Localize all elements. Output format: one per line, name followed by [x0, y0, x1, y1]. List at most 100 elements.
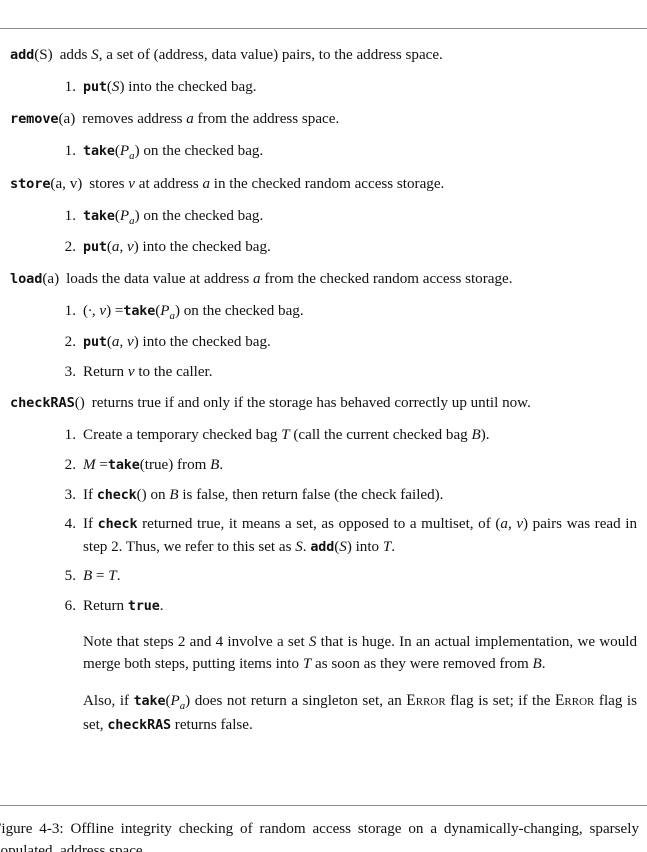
text-run: removes address — [82, 110, 187, 127]
text-run: . — [391, 538, 396, 555]
text-run: ) into the checked bag. — [133, 334, 271, 351]
code-token: take — [107, 457, 140, 473]
step-number: 6. — [64, 598, 76, 615]
code-token: take — [83, 208, 115, 224]
step-number: 1. — [64, 302, 76, 319]
math-variable: B — [210, 456, 220, 473]
operation-name: checkRAS — [10, 395, 75, 412]
operation-name: load — [10, 270, 43, 287]
math-variable: a — [186, 110, 194, 127]
text-run: ) on the checked bag. — [134, 142, 264, 159]
text-run: returns true if and only if the storage … — [91, 395, 531, 412]
code-token: put — [83, 240, 107, 256]
math-variable-subscript: Pa — [119, 142, 135, 162]
text-run: . — [159, 598, 164, 615]
definition-line: store(a, v) stores v at address a in the … — [10, 173, 637, 196]
step-text: put(a, v) into the checked bag. — [83, 239, 271, 255]
math-variable: T — [281, 427, 290, 444]
step-text: Create a temporary checked bag T (call t… — [83, 427, 490, 443]
text-run: , a set of (address, data value) pairs, … — [98, 47, 443, 63]
math-variable: B — [532, 656, 542, 673]
math-variable: v — [127, 334, 134, 351]
text-run: ) does not return a singleton set, an — [185, 693, 407, 709]
step-item: 1. take(Pa) on the checked bag. — [0, 205, 637, 229]
math-variable: B — [83, 568, 93, 585]
step-list: 1. take(Pa) on the checked bag. — [0, 140, 637, 164]
operation-arguments: (a) — [58, 110, 76, 127]
definition-line: load(a) loads the data value at address a… — [10, 268, 637, 291]
code-token: take — [133, 694, 166, 709]
math-variable: v — [128, 175, 135, 192]
step-list: 1. put(S) into the checked bag. — [0, 76, 637, 99]
operation-arguments: () — [74, 395, 85, 412]
step-text: M =take(true) from B. — [83, 457, 223, 473]
text-run: . — [219, 456, 224, 473]
store-entry: store(a, v) stores v at address a in the … — [0, 173, 647, 259]
step-item: 1. (·, v) =take(Pa) on the checked bag. — [0, 300, 637, 324]
text-run: from the checked random access storage. — [260, 270, 513, 287]
operation-description: adds S, a set of (address, data value) p… — [60, 47, 443, 63]
step-number: 3. — [64, 486, 76, 503]
step-text: Return true. — [83, 598, 164, 614]
text-run: () on — [136, 486, 170, 503]
step-list: 1. Create a temporary checked bag T (call… — [0, 424, 637, 617]
step-text: put(S) into the checked bag. — [83, 79, 257, 95]
caption-label: Figure 4-3: — [0, 821, 71, 837]
text-run: (true) from — [139, 456, 211, 473]
operation-description: stores v at address a in the checked ran… — [89, 176, 444, 192]
text-run: flag is set; if the — [445, 693, 556, 709]
text-run: Note that steps 2 and 4 involve a set — [83, 633, 309, 650]
operation-arguments: (a) — [42, 270, 60, 287]
smallcaps-term: Error — [406, 692, 446, 709]
math-variable-subscript: Pa — [160, 302, 175, 322]
step-number: 1. — [64, 427, 76, 444]
step-item: 1. Create a temporary checked bag T (call… — [0, 424, 637, 447]
text-run: Also, if — [83, 693, 134, 709]
math-variable: a — [500, 516, 508, 533]
math-variable: T — [302, 656, 312, 673]
step-list: 1. (·, v) =take(Pa) on the checked bag. 2.… — [0, 300, 637, 384]
text-run: in the checked random access storage. — [210, 175, 445, 192]
load-entry: load(a) loads the data value at address a… — [0, 268, 647, 384]
step-number: 1. — [64, 207, 76, 224]
remove-entry: remove(a) removes address a from the addr… — [0, 108, 647, 164]
code-token: true — [127, 599, 160, 615]
text-run: at address — [134, 175, 203, 192]
definition-list: add(S) adds S, a set of (address, data va… — [0, 44, 647, 618]
figure-caption-container: Figure 4-3: Offline integrity checking o… — [0, 818, 647, 852]
code-token: add — [310, 539, 335, 555]
math-variable: v — [127, 239, 134, 256]
step-text: If check returned true, it means a set, … — [83, 516, 637, 555]
text-run: ) = — [106, 302, 124, 319]
operation-description: loads the data value at address a from t… — [66, 271, 512, 287]
code-token: put — [83, 79, 107, 95]
step-item: 1. take(Pa) on the checked bag. — [0, 140, 637, 164]
step-number: 2. — [64, 334, 76, 351]
operation-arguments: (a, v) — [50, 175, 83, 192]
text-run: If — [83, 516, 98, 533]
step-text: take(Pa) on the checked bag. — [83, 142, 264, 162]
text-run: , — [119, 239, 128, 256]
top-horizontal-rule — [0, 28, 647, 29]
operation-description: removes address a from the address space… — [82, 111, 339, 127]
math-variable: v — [127, 363, 135, 380]
caption-text: Offline integrity checking of random acc… — [0, 821, 639, 852]
step-item: 1. put(S) into the checked bag. — [0, 76, 637, 99]
code-token: check — [96, 487, 137, 503]
text-run: (call the current checked bag — [289, 427, 472, 444]
math-variable: a — [202, 175, 211, 192]
scanned-page: add(S) adds S, a set of (address, data va… — [0, 0, 647, 852]
text-run: ) into the checked bag. — [133, 239, 271, 256]
code-token: checkRAS — [107, 718, 172, 734]
checkras-entry: checkRAS() returns true if and only if th… — [0, 392, 647, 617]
step-text: Return v to the caller. — [83, 364, 213, 380]
step-text: put(a, v) into the checked bag. — [83, 334, 271, 350]
text-run: ). — [480, 427, 490, 444]
text-run: returns false. — [171, 717, 253, 734]
note-error-flag: Also, if take(Pa) does not return a sing… — [83, 689, 637, 737]
text-run: . — [541, 656, 546, 673]
step-text: If check() on B is false, then return fa… — [83, 487, 443, 503]
text-run: , — [119, 334, 128, 351]
text-run: Return — [83, 598, 128, 615]
operation-name: add — [10, 47, 35, 63]
